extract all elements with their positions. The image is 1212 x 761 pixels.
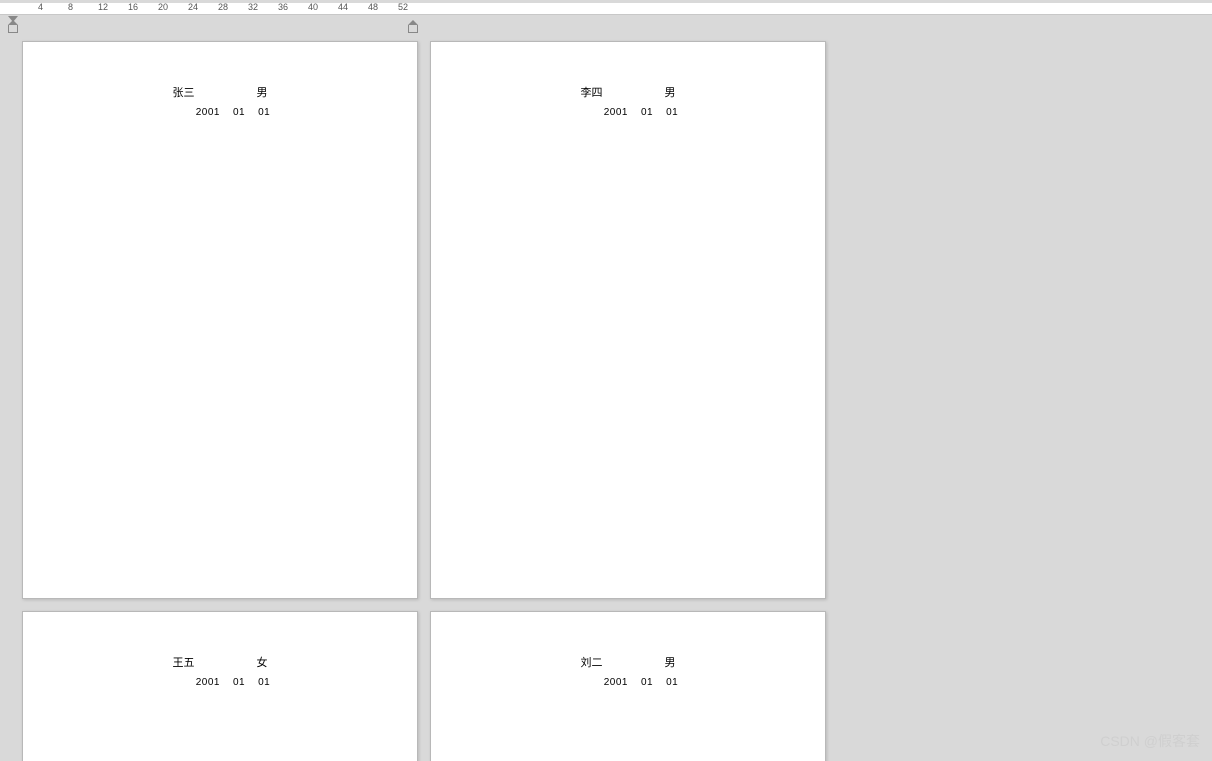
- person-gender: 男: [665, 84, 676, 100]
- person-name: 张三: [173, 84, 195, 100]
- ruler-tick: 48: [368, 3, 378, 12]
- ruler-tick: 36: [278, 3, 288, 12]
- person-year: 2001: [196, 677, 220, 688]
- ruler-tick: 52: [398, 3, 408, 12]
- page-content: 刘二 男 2001 01 01: [578, 654, 679, 688]
- person-month: 01: [641, 107, 653, 118]
- ruler-tick: 24: [188, 3, 198, 12]
- page-content: 王五 女 2001 01 01: [170, 654, 271, 688]
- ruler-tick: 16: [128, 3, 138, 12]
- page-content: 李四 男 2001 01 01: [578, 84, 679, 118]
- ruler-tick: 12: [98, 3, 108, 12]
- person-name: 王五: [173, 654, 195, 670]
- page-content: 张三 男 2001 01 01: [170, 84, 271, 118]
- ruler-tick: 44: [338, 3, 348, 12]
- document-page[interactable]: 王五 女 2001 01 01: [22, 611, 418, 761]
- person-month: 01: [641, 677, 653, 688]
- person-gender: 男: [665, 654, 676, 670]
- indent-left-marker[interactable]: [8, 25, 18, 33]
- person-day: 01: [666, 677, 678, 688]
- ruler-tick: 28: [218, 3, 228, 12]
- document-page[interactable]: 刘二 男 2001 01 01: [430, 611, 826, 761]
- ruler-tick: 8: [68, 3, 73, 12]
- ruler-tick: 20: [158, 3, 168, 12]
- person-year: 2001: [604, 677, 628, 688]
- person-day: 01: [258, 677, 270, 688]
- person-month: 01: [233, 107, 245, 118]
- person-day: 01: [258, 107, 270, 118]
- person-day: 01: [666, 107, 678, 118]
- indent-right-marker[interactable]: [408, 25, 418, 33]
- document-page[interactable]: 李四 男 2001 01 01: [430, 41, 826, 599]
- person-gender: 男: [257, 84, 268, 100]
- person-gender: 女: [257, 654, 268, 670]
- horizontal-ruler[interactable]: 481216202428323640444852: [0, 3, 1212, 15]
- document-workspace[interactable]: 张三男20010101李四男20010101王五女20010101刘二男2001…: [0, 37, 1212, 761]
- person-name: 刘二: [581, 654, 603, 670]
- person-name: 李四: [581, 84, 603, 100]
- person-year: 2001: [196, 107, 220, 118]
- ruler-tick: 4: [38, 3, 43, 12]
- ruler-tick: 40: [308, 3, 318, 12]
- person-year: 2001: [604, 107, 628, 118]
- ruler-tick: 32: [248, 3, 258, 12]
- document-page[interactable]: 张三 男 2001 01 01: [22, 41, 418, 599]
- person-month: 01: [233, 677, 245, 688]
